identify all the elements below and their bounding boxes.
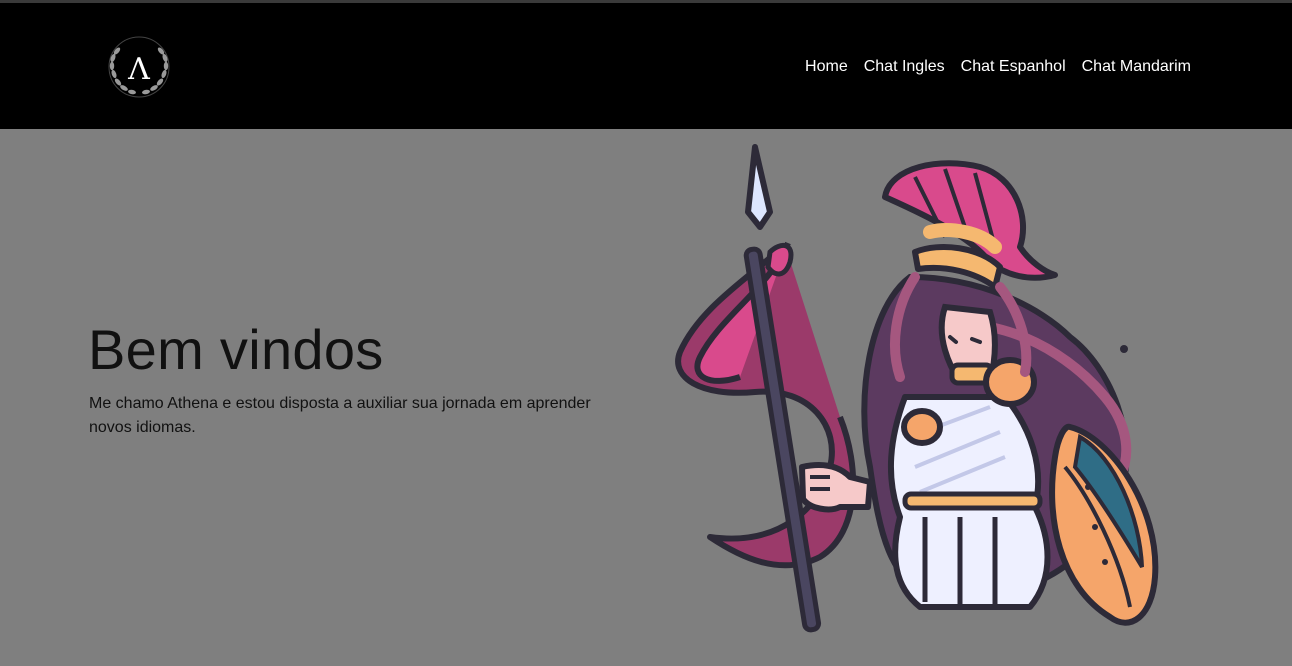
- nav-chat-mandarim[interactable]: Chat Mandarim: [1082, 57, 1191, 77]
- hero-title: Bem vindos: [88, 318, 384, 381]
- athena-warrior-illustration: [675, 144, 1159, 633]
- site-logo[interactable]: Λ: [104, 32, 174, 102]
- nav-chat-ingles[interactable]: Chat Ingles: [864, 57, 945, 77]
- hero-description: Me chamo Athena e estou disposta a auxil…: [89, 395, 591, 436]
- site-header: Λ Home Chat Ingles Chat Espanhol Chat Ma…: [0, 3, 1292, 129]
- hero-section: Bem vindos Me chamo Athena e estou dispo…: [0, 129, 1292, 666]
- nav-home[interactable]: Home: [805, 57, 848, 77]
- nav-chat-espanhol[interactable]: Chat Espanhol: [961, 57, 1066, 77]
- laurel-wreath-icon: Λ: [108, 36, 170, 98]
- main-nav: Home Chat Ingles Chat Espanhol Chat Mand…: [805, 57, 1191, 77]
- logo-letter: Λ: [127, 52, 150, 87]
